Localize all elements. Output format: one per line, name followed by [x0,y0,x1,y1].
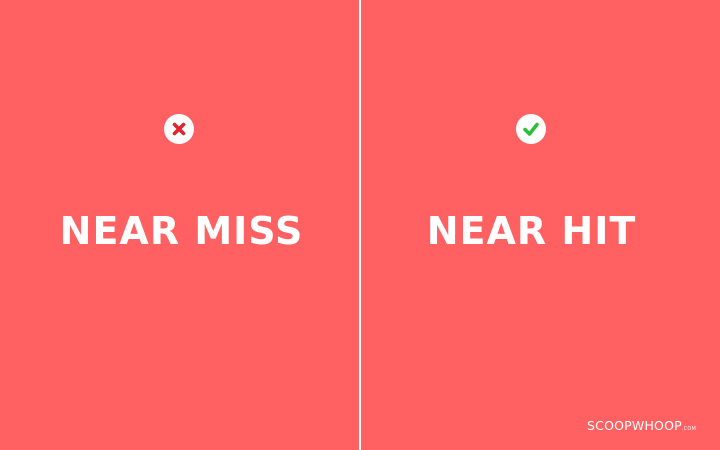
comparison-graphic: NEAR MISS NEAR HIT SCOOPWHOOP.COM [0,0,720,450]
cross-icon [172,122,186,136]
near-hit-label: NEAR HIT [426,209,637,253]
right-panel: NEAR HIT [361,0,720,450]
incorrect-badge [164,114,194,144]
near-miss-label: NEAR MISS [59,209,304,253]
scoopwhoop-watermark: SCOOPWHOOP.COM [587,416,696,438]
correct-badge [516,114,546,144]
watermark-suffix: .COM [681,426,696,432]
check-icon [523,122,539,136]
watermark-brand: SCOOPWHOOP [587,418,682,433]
left-panel: NEAR MISS [0,0,359,450]
